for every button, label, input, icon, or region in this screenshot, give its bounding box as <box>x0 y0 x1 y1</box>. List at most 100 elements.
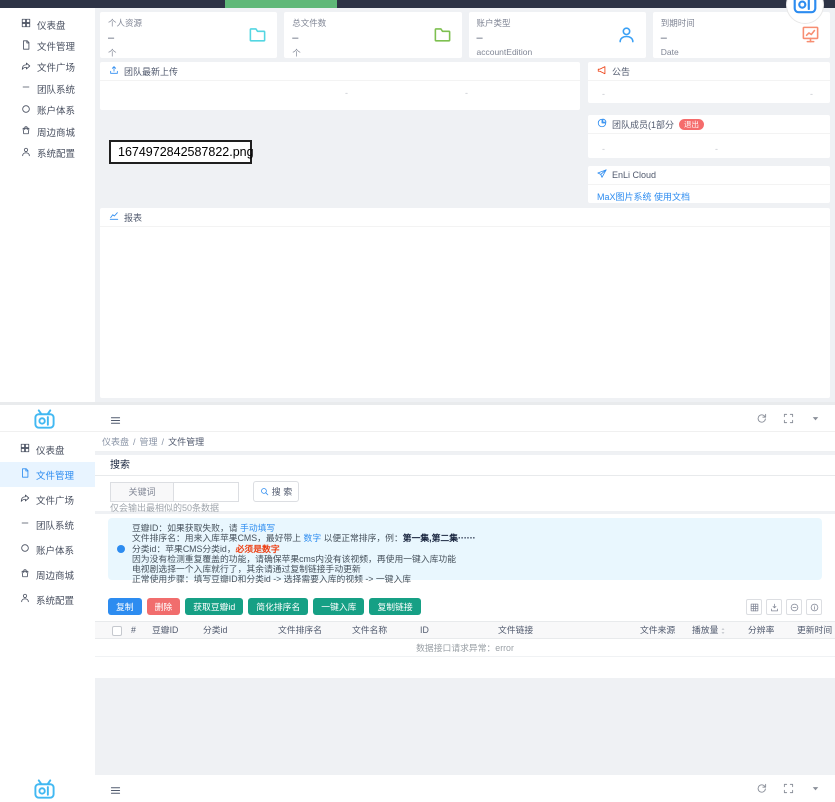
search-icon <box>260 487 269 496</box>
fullscreen-icon[interactable] <box>783 413 794 424</box>
caret-down-icon[interactable] <box>810 783 821 794</box>
progress-segment <box>225 0 337 8</box>
action-button[interactable]: 简化排序名 <box>248 598 308 615</box>
team-icon <box>21 82 31 95</box>
stat-value: – <box>108 32 269 44</box>
sidebar-item-team[interactable]: 团队系统 <box>0 78 95 99</box>
alert-text: 因为没有检测重复覆盖的功能，请确保苹果cms内没有该视频，再使用一键入库功能 <box>132 554 456 564</box>
column-header[interactable]: 播放量 <box>692 622 727 639</box>
column-header[interactable]: 豆瓣ID <box>152 622 178 639</box>
exit-badge[interactable]: 退出 <box>679 119 704 130</box>
circleinfo-icon[interactable] <box>806 599 822 615</box>
collapse-sidebar-button[interactable] <box>110 413 121 431</box>
collapse-sidebar-button[interactable] <box>110 783 121 801</box>
sort-icon[interactable] <box>719 627 727 635</box>
alert-highlight[interactable]: 数字 <box>304 533 322 543</box>
export-icon[interactable] <box>766 599 782 615</box>
column-header-label: 文件名称 <box>352 622 387 639</box>
app-logo-icon[interactable] <box>33 778 56 802</box>
alert-text: 以便正常排序，例： <box>321 533 403 543</box>
column-header-label: 分辨率 <box>748 622 774 639</box>
panel-title-text: 团队最新上传 <box>124 65 178 78</box>
alert-text: 正常使用步骤：填写豆瓣ID和分类id -> 选择需要入库的视频 -> 一键入库 <box>132 574 411 584</box>
breadcrumb-item[interactable]: 文件管理 <box>168 435 204 448</box>
breadcrumb-item[interactable]: 仪表盘 <box>102 435 129 448</box>
breadcrumb: 仪表盘/管理/文件管理 <box>95 432 835 452</box>
action-button[interactable]: 复制链接 <box>369 598 420 615</box>
sidebar-item-account[interactable]: 账户体系 <box>0 537 95 562</box>
info-icon <box>117 545 125 553</box>
alert-line: 电视剧选择一个入库就行了，其余请通过复制链接手动更新 <box>132 564 812 574</box>
table-empty-state: 数据接口请求异常：error <box>95 639 835 657</box>
sidebar-item-label: 周边商城 <box>37 125 75 139</box>
alert-line: 文件排序名：用来入库苹果CMS，最好带上 数字 以便正常排序，例：第一集,第二集… <box>132 533 812 543</box>
panel-title-text: 报表 <box>124 211 142 224</box>
dashboard-section: 个人资源–个总文件数–个账户类型–accountEdition到期时间–Date… <box>0 8 835 402</box>
sidebar-item-share[interactable]: 文件广场 <box>0 487 95 512</box>
alert-line: 因为没有检测重复覆盖的功能，请确保苹果cms内没有该视频，再使用一键入库功能 <box>132 554 812 564</box>
placeholder-dash: - <box>602 89 605 99</box>
column-header[interactable]: 文件排序名 <box>278 622 322 639</box>
sidebar-item-share[interactable]: 文件广场 <box>0 57 95 78</box>
column-header[interactable]: 更新时间 <box>797 622 832 639</box>
panel-enli-cloud: EnLi Cloud MaX图片系统 使用文档 <box>588 166 830 203</box>
sidebar-item-team[interactable]: 团队系统 <box>0 512 95 537</box>
delete-button[interactable]: 删除 <box>147 598 181 615</box>
alert-highlight[interactable]: 手动填写 <box>240 523 275 533</box>
column-header-label: ID <box>420 622 429 639</box>
caret-down-icon[interactable] <box>810 413 821 424</box>
column-header[interactable]: 文件名称 <box>352 622 387 639</box>
sidebar-item-config[interactable]: 系统配置 <box>0 587 95 612</box>
sidebar: 仪表盘文件管理文件广场团队系统账户体系周边商城系统配置 <box>0 8 95 402</box>
sidebar-item-account[interactable]: 账户体系 <box>0 100 95 121</box>
fullscreen-icon[interactable] <box>783 783 794 794</box>
column-header[interactable]: 分辨率 <box>748 622 774 639</box>
sidebar-item-mall[interactable]: 周边商城 <box>0 121 95 142</box>
alert-highlight: 第一集,第二集······ <box>403 533 476 543</box>
column-header-label: 文件链接 <box>498 622 533 639</box>
column-header[interactable]: 文件链接 <box>498 622 533 639</box>
screen: 个人资源–个总文件数–个账户类型–accountEdition到期时间–Date… <box>0 0 835 802</box>
copy-button[interactable]: 复制 <box>108 598 142 615</box>
column-header-label: 文件排序名 <box>278 622 322 639</box>
team-icon <box>20 518 30 531</box>
column-header[interactable]: 分类id <box>203 622 227 639</box>
header-actions <box>756 783 821 794</box>
sidebar-item-label: 文件管理 <box>36 468 74 482</box>
keyword-input[interactable] <box>173 482 239 502</box>
grid-icon[interactable] <box>746 599 762 615</box>
refresh-icon[interactable] <box>756 413 767 424</box>
alert-highlight: 必须是数字 <box>236 544 280 554</box>
column-header[interactable]: ID <box>420 622 429 639</box>
breadcrumb-item[interactable]: 管理 <box>140 435 158 448</box>
refresh-icon[interactable] <box>756 783 767 794</box>
sidebar-item-dashboard[interactable]: 仪表盘 <box>0 14 95 35</box>
placeholder-dash: - <box>345 88 348 98</box>
column-header[interactable]: # <box>131 622 136 639</box>
sidebar-item-mall[interactable]: 周边商城 <box>0 562 95 587</box>
sidebar-item-dashboard[interactable]: 仪表盘 <box>0 437 95 462</box>
sidebar-item-file[interactable]: 文件管理 <box>0 35 95 56</box>
alert-text: 文件排序名：用来入库苹果CMS，最好带上 <box>132 533 304 543</box>
sidebar-item-config[interactable]: 系统配置 <box>0 142 95 163</box>
sidebar-item-file[interactable]: 文件管理 <box>0 462 95 487</box>
panel-title: 团队成员(1部分 退出 <box>588 115 830 134</box>
table-card: 豆瓣ID：如果获取失败，请 手动填写文件排序名：用来入库苹果CMS，最好带上 数… <box>95 514 835 678</box>
action-button[interactable]: 一键入库 <box>313 598 364 615</box>
sidebar-item-label: 团队系统 <box>37 82 75 96</box>
panel-announcement: 公告 - - <box>588 62 830 103</box>
docs-link[interactable]: MaX图片系统 使用文档 <box>588 185 830 208</box>
chartboard-icon <box>801 25 820 49</box>
column-header[interactable]: 文件来源 <box>640 622 675 639</box>
sidebar: 仪表盘文件管理文件广场团队系统账户体系周边商城系统配置 <box>0 432 95 775</box>
action-button[interactable]: 获取豆瓣id <box>185 598 243 615</box>
search-button[interactable]: 搜 索 <box>253 481 299 502</box>
app-header <box>0 775 835 802</box>
stat-value: – <box>477 32 638 44</box>
avatar-logo-icon <box>792 0 818 21</box>
folder-icon <box>433 25 452 49</box>
circleminus-icon[interactable] <box>786 599 802 615</box>
file-icon <box>21 40 31 53</box>
app-logo-icon[interactable] <box>33 408 56 436</box>
select-all-checkbox[interactable] <box>112 626 122 636</box>
